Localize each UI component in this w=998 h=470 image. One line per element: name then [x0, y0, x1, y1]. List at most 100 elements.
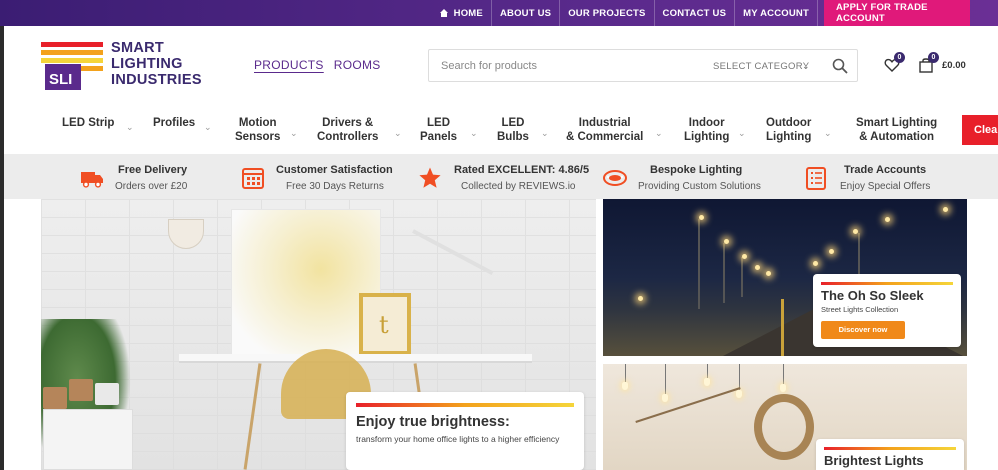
wreath [754, 394, 814, 460]
hero-banner-brightest-lights[interactable]: Brightest Lights [603, 364, 967, 470]
menu-item-label-2: Lighting [766, 131, 812, 143]
bulb-cord [783, 364, 784, 384]
feature-subtitle: Free 30 Days Returns [286, 181, 384, 192]
hanging-bulb [780, 384, 786, 392]
top-link-account[interactable]: MY ACCOUNT [735, 0, 818, 26]
menu-item-label-2: Lighting [684, 131, 730, 143]
chevron-down-icon: ⌄ [470, 128, 478, 138]
menu-item-label: Outdoor [766, 117, 812, 129]
trade-account-button[interactable]: APPLY FOR TRADE ACCOUNT [824, 0, 970, 26]
category-switch: PRODUCTS ROOMS [254, 58, 381, 72]
chevron-down-icon: ⌄ [655, 128, 663, 138]
logo-line-3: INDUSTRIES [111, 72, 202, 88]
menu-item-label-2: & Commercial [566, 131, 644, 143]
hero-main-title: Enjoy true brightness: [356, 414, 510, 430]
street-light [766, 271, 771, 276]
feature-free-delivery: Free Delivery Orders over £20 [80, 154, 240, 199]
top-link-home[interactable]: HOME [432, 0, 492, 26]
logo-line-1: SMART [111, 40, 165, 56]
top-links: HOME ABOUT US OUR PROJECTS CONTACT US MY… [432, 0, 970, 26]
street-lamp-pole [723, 243, 725, 303]
logo-mark: SLI [41, 42, 103, 90]
brightest-lights-promo-card[interactable]: Brightest Lights [816, 439, 964, 470]
menu-item-smart-lighting[interactable]: Smart Lighting & Automation [856, 116, 937, 144]
menu-item-label: Profiles [153, 117, 196, 129]
hero-main-subtitle: transform your home office lights to a h… [356, 434, 560, 444]
plant-pot [69, 379, 93, 401]
menu-item-indoor-lighting[interactable]: Indoor Lighting ⌄ [684, 116, 746, 144]
chevron-down-icon: ⌄ [204, 122, 212, 132]
wishlist-button[interactable]: 0 [884, 52, 905, 73]
hero-banner-main[interactable]: t Enjoy true brightness: transform your … [41, 199, 596, 470]
menu-item-label: Motion [238, 117, 277, 129]
cart-button[interactable]: 0 [918, 52, 939, 73]
top-link-label: HOME [453, 7, 483, 19]
top-link-contact[interactable]: CONTACT US [655, 0, 736, 26]
home-icon [439, 9, 449, 17]
chevron-down-icon: ⌄ [824, 128, 832, 138]
street-light [943, 207, 948, 212]
wishlist-count-badge: 0 [894, 52, 905, 63]
menu-item-profiles[interactable]: Profiles ⌄ [153, 116, 212, 132]
menu-item-drivers-controllers[interactable]: Drivers & Controllers ⌄ [317, 116, 402, 144]
star-icon [419, 167, 441, 188]
header-icons: 0 0 £0.00 [884, 52, 966, 73]
menu-item-label-2: & Automation [859, 131, 935, 143]
menu-item-label: LED [501, 117, 525, 129]
clearance-button[interactable]: Clea [962, 115, 998, 145]
main-menu: LED Strip ⌄ Profiles ⌄ Motion Sensors ⌄ Driv… [4, 106, 998, 154]
rooms-tab[interactable]: ROOMS [334, 58, 381, 72]
feature-rating: Rated EXCELLENT: 4.86/5 Collected by REV… [418, 154, 598, 199]
street-lamp-pole [741, 257, 743, 297]
top-link-projects[interactable]: OUR PROJECTS [560, 0, 655, 26]
feature-title: Bespoke Lighting [650, 164, 743, 176]
hanging-bulb [704, 378, 710, 386]
discover-now-button[interactable]: Discover now [821, 321, 905, 339]
search-icon[interactable] [832, 58, 848, 74]
menu-item-label: Drivers & [322, 117, 374, 129]
menu-item-industrial-commercial[interactable]: Industrial & Commercial ⌄ [566, 116, 663, 144]
menu-item-motion-sensors[interactable]: Motion Sensors ⌄ [235, 116, 298, 144]
street-lights-promo-card[interactable]: The Oh So Sleek Street Lights Collection… [813, 274, 961, 347]
feature-title: Customer Satisfaction [276, 164, 393, 176]
hero-main-promo-card[interactable]: Enjoy true brightness: transform your ho… [346, 392, 584, 470]
top-link-about[interactable]: ABOUT US [492, 0, 561, 26]
menu-item-led-bulbs[interactable]: LED Bulbs ⌄ [497, 116, 549, 144]
street-lights-title: The Oh So Sleek [821, 288, 924, 303]
search-input[interactable]: Search for products [441, 60, 537, 72]
menu-item-label: LED Strip [62, 117, 115, 129]
menu-item-label: Smart Lighting [856, 117, 938, 129]
hanging-bulb [622, 382, 628, 390]
menu-item-outdoor-lighting[interactable]: Outdoor Lighting ⌄ [766, 116, 832, 144]
bulb-cord [665, 364, 666, 394]
hanging-bulb [662, 394, 668, 402]
feature-subtitle: Providing Custom Solutions [638, 181, 761, 192]
header: SLI SMART LIGHTING INDUSTRIES PRODUCTS R… [0, 26, 998, 106]
cart-total[interactable]: £0.00 [942, 60, 966, 71]
products-tab[interactable]: PRODUCTS [254, 58, 324, 72]
select-category-dropdown[interactable]: SELECT CATEGORY [713, 61, 809, 72]
chevron-down-icon: ⌄ [541, 128, 549, 138]
logo[interactable]: SLI SMART LIGHTING INDUSTRIES [41, 40, 202, 92]
menu-item-led-strip[interactable]: LED Strip ⌄ [62, 116, 134, 132]
feature-bespoke-lighting: Bespoke Lighting Providing Custom Soluti… [600, 154, 780, 199]
street-light [638, 296, 643, 301]
gradient-bar [824, 447, 956, 450]
menu-item-label-2: Panels [420, 131, 458, 143]
bulb-cord [707, 364, 708, 378]
features-bar: Free Delivery Orders over £20 Customer S… [4, 154, 998, 199]
hero-banner-street-lights[interactable]: The Oh So Sleek Street Lights Collection… [603, 199, 967, 356]
chevron-down-icon: ⌄ [290, 128, 298, 138]
road-marking [781, 299, 784, 356]
chevron-down-icon: ⌄ [802, 61, 810, 71]
feature-title: Rated EXCELLENT: 4.86/5 [454, 164, 590, 176]
feature-title: Trade Accounts [844, 164, 927, 176]
street-light [829, 249, 834, 254]
calendar-icon [242, 168, 264, 189]
feature-subtitle: Collected by REVIEWS.io [461, 181, 576, 192]
menu-item-led-panels[interactable]: LED Panels ⌄ [420, 116, 478, 144]
street-light [813, 261, 818, 266]
street-light [853, 229, 858, 234]
menu-item-label-2: Bulbs [497, 131, 529, 143]
picture-frame: t [359, 293, 411, 355]
